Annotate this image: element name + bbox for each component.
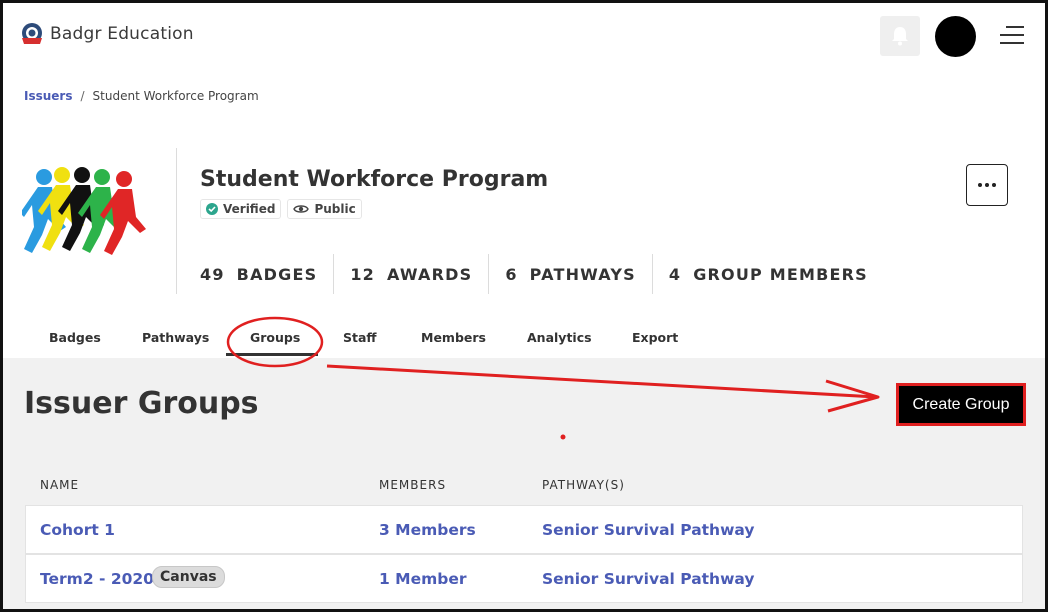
- group-pathway-link[interactable]: Senior Survival Pathway: [542, 521, 755, 539]
- bell-icon: [892, 27, 908, 46]
- tab-badges[interactable]: Badges: [49, 330, 101, 345]
- stat-group-members[interactable]: 4 GROUP MEMBERS: [669, 254, 884, 294]
- column-header-name: NAME: [40, 478, 80, 492]
- verified-badge: Verified: [200, 199, 282, 219]
- issuer-stats: 49 BADGES 12 AWARDS 6 PATHWAYS 4 GROUP M…: [200, 254, 900, 294]
- group-pathway-link[interactable]: Senior Survival Pathway: [542, 570, 755, 588]
- group-name-link[interactable]: Term2 - 2020: [40, 570, 154, 588]
- tab-staff[interactable]: Staff: [343, 330, 377, 345]
- verified-check-icon: [206, 203, 218, 215]
- notifications-button[interactable]: [880, 16, 920, 56]
- issuer-title: Student Workforce Program: [200, 167, 549, 192]
- create-group-button[interactable]: Create Group: [896, 383, 1026, 426]
- stat-label: AWARDS: [387, 264, 473, 284]
- top-navigation-bar: Badgr Education: [0, 0, 1048, 70]
- breadcrumb-current: Student Workforce Program: [92, 89, 259, 103]
- badgr-logo-icon: [22, 23, 42, 44]
- stat-value: 4: [668, 264, 682, 284]
- stat-value: 12: [350, 264, 375, 284]
- column-header-members: MEMBERS: [379, 478, 447, 492]
- tab-groups[interactable]: Groups: [250, 330, 300, 345]
- group-name-link[interactable]: Cohort 1: [40, 521, 115, 539]
- active-tab-indicator: [226, 353, 318, 356]
- eye-icon: [293, 205, 310, 213]
- stat-label: PATHWAYS: [529, 264, 636, 284]
- user-avatar[interactable]: [935, 16, 976, 57]
- header-divider: [176, 148, 177, 294]
- stat-pathways[interactable]: 6 PATHWAYS: [505, 254, 653, 294]
- group-members-link[interactable]: 3 Members: [379, 521, 476, 539]
- more-dots-icon: [978, 183, 982, 187]
- column-header-pathways: PATHWAY(S): [542, 478, 625, 492]
- integration-tag: Canvas: [152, 566, 225, 588]
- breadcrumb: Issuers / Student Workforce Program: [24, 89, 259, 103]
- tab-export[interactable]: Export: [632, 330, 678, 345]
- issuer-logo-image: [22, 167, 146, 255]
- breadcrumb-separator: /: [80, 89, 85, 103]
- stat-label: BADGES: [236, 264, 318, 284]
- more-options-button[interactable]: [966, 164, 1008, 206]
- issuer-status-badges: Verified Public: [200, 199, 362, 219]
- public-label: Public: [314, 202, 356, 216]
- table-row: Cohort 1 3 Members Senior Survival Pathw…: [25, 505, 1023, 554]
- stat-label: GROUP MEMBERS: [693, 264, 868, 284]
- tab-members[interactable]: Members: [421, 330, 486, 345]
- stat-badges[interactable]: 49 BADGES: [200, 254, 335, 294]
- table-row: Term2 - 2020 Canvas 1 Member Senior Surv…: [25, 554, 1023, 603]
- brand-name: Badgr Education: [50, 24, 194, 44]
- verified-label: Verified: [223, 202, 276, 216]
- stat-awards[interactable]: 12 AWARDS: [350, 254, 490, 294]
- tab-pathways[interactable]: Pathways: [142, 330, 209, 345]
- tab-analytics[interactable]: Analytics: [527, 330, 592, 345]
- stat-value: 49: [200, 264, 225, 284]
- brand-home-link[interactable]: Badgr Education: [18, 20, 194, 48]
- hamburger-menu-icon[interactable]: [1000, 26, 1024, 46]
- stat-value: 6: [505, 264, 518, 284]
- breadcrumb-issuers-link[interactable]: Issuers: [24, 89, 73, 103]
- group-members-link[interactable]: 1 Member: [379, 570, 467, 588]
- public-badge: Public: [287, 199, 362, 219]
- page-title: Issuer Groups: [24, 386, 259, 421]
- issuer-tabs: Badges Pathways Groups Staff Members Ana…: [0, 322, 1048, 358]
